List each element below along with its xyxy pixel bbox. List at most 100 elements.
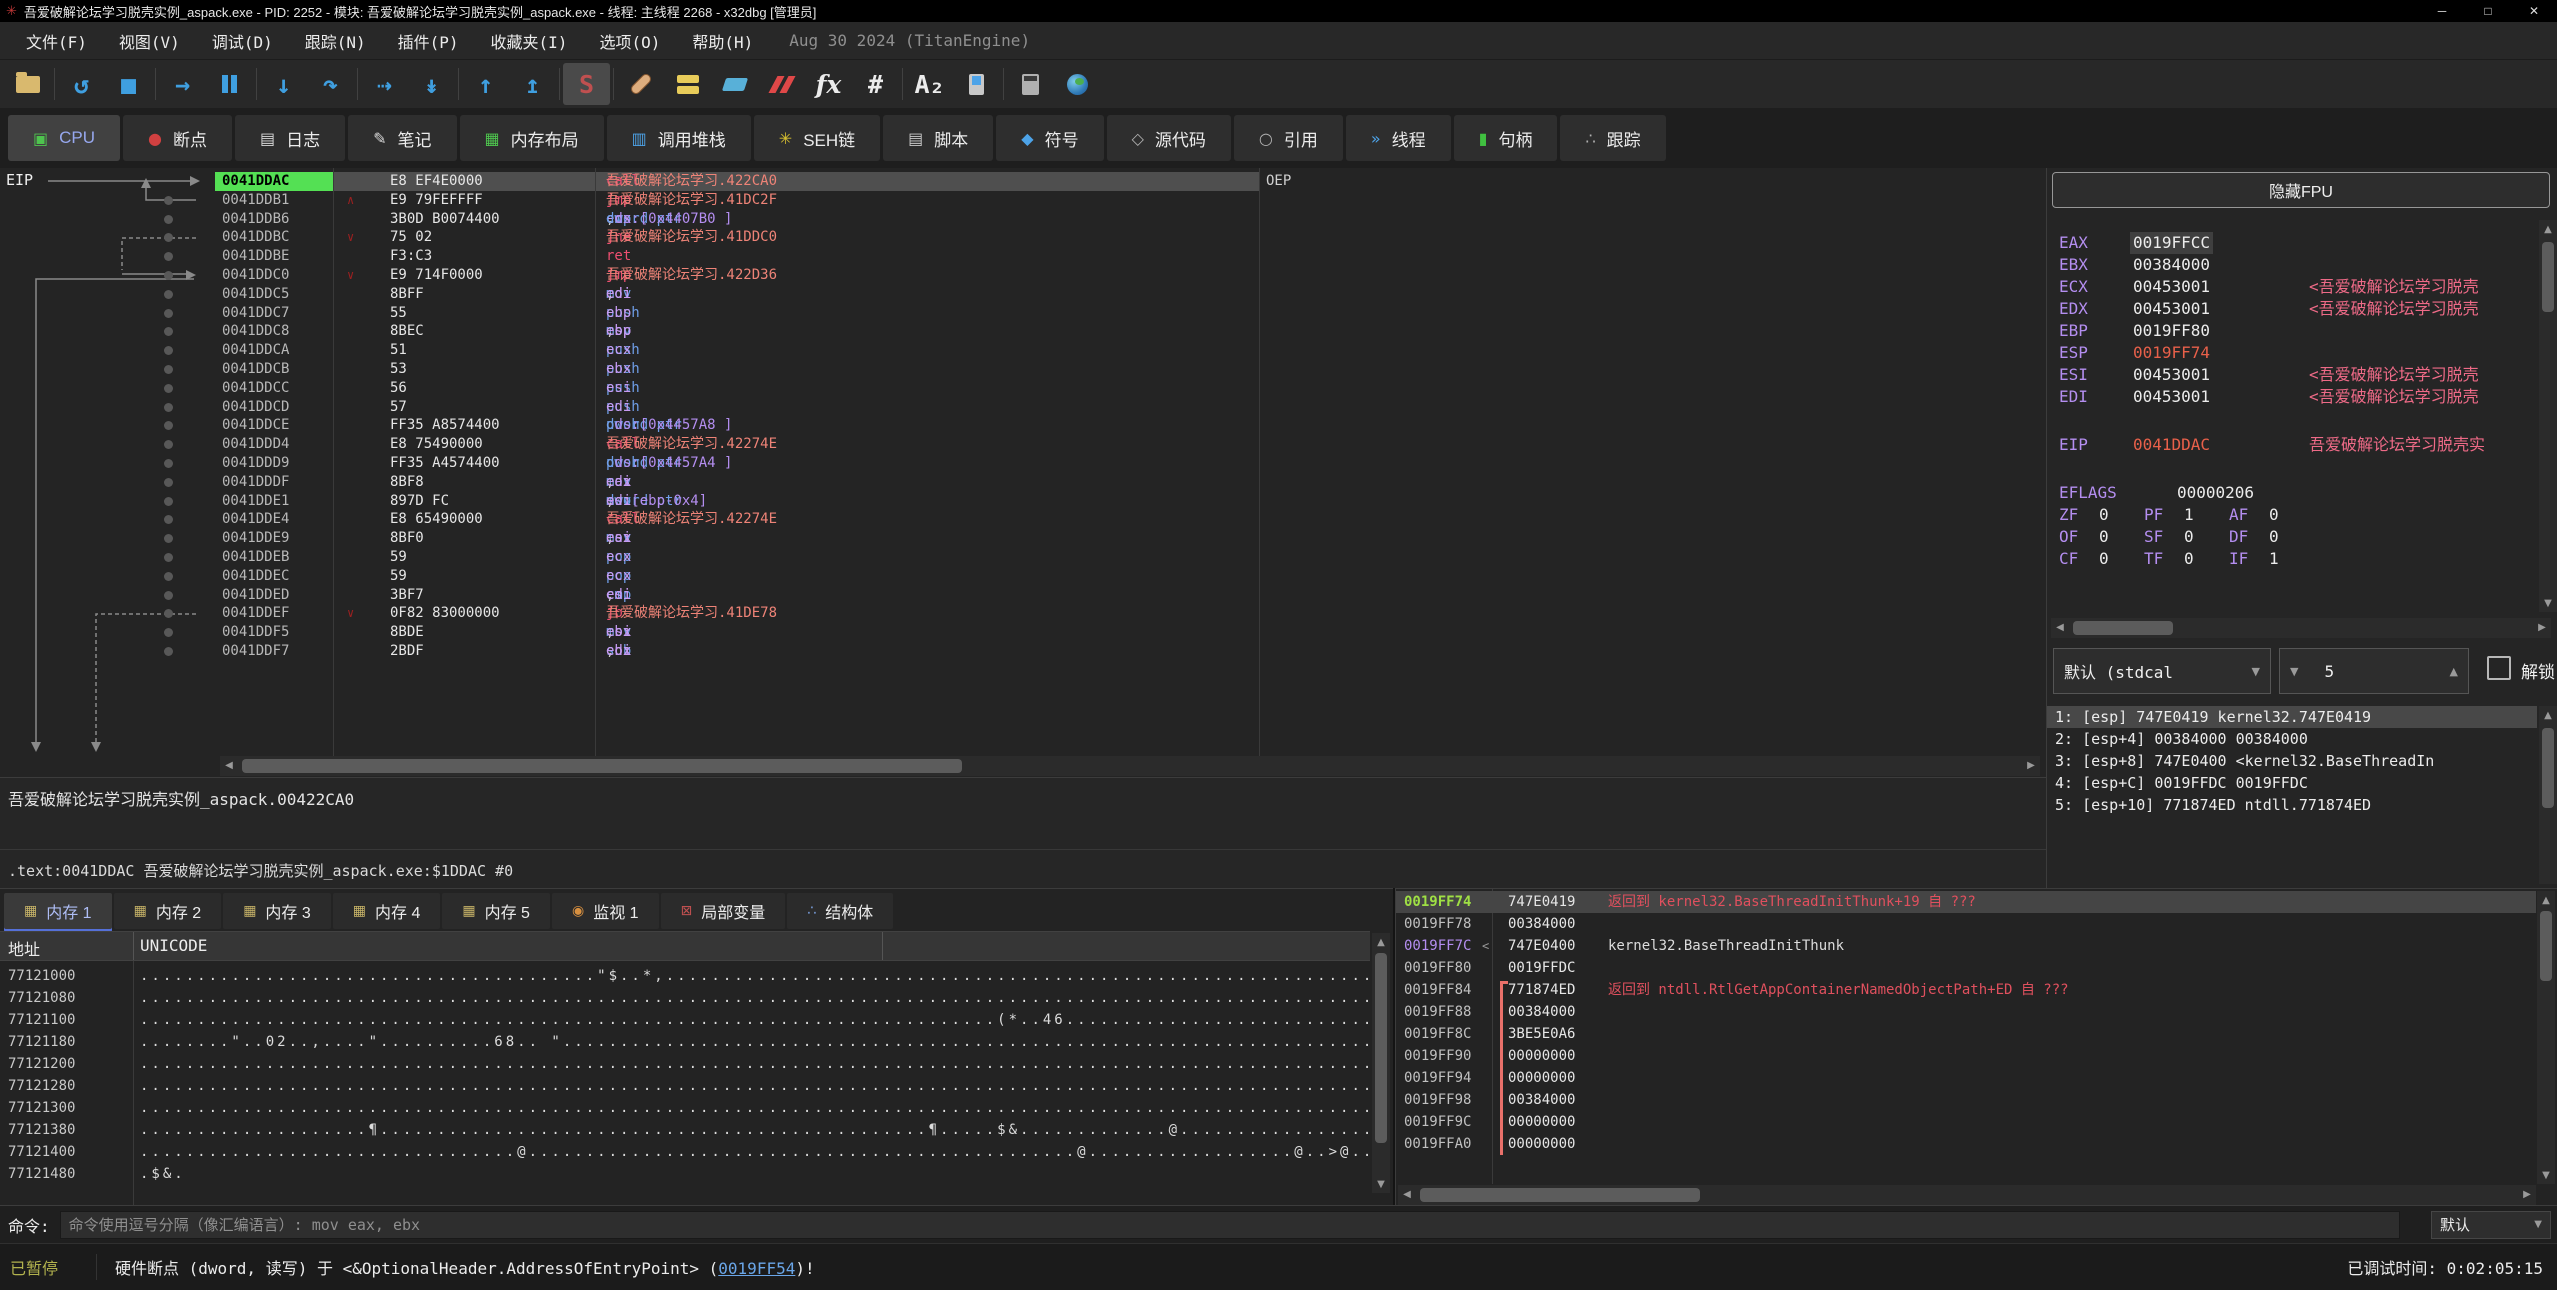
menu-item-d[interactable]: 调试(D) xyxy=(196,29,289,53)
scroll-thumb[interactable] xyxy=(242,759,962,773)
register-row[interactable]: EAX 0019FFCC xyxy=(2047,232,2557,254)
disasm-row[interactable]: 0041DDBE F3:C3 ret xyxy=(0,247,2046,266)
register-value[interactable]: 00453001 xyxy=(2133,364,2210,386)
tab-seh链[interactable]: ✳ SEH链 xyxy=(753,115,881,161)
stack-row[interactable]: 0019FF9C 00000000 xyxy=(1396,1111,2536,1133)
breakpoint-dot[interactable] xyxy=(164,289,173,299)
dump-tab-内存-1[interactable]: ▦ 内存 1 xyxy=(4,893,112,929)
status-address-link[interactable]: 0019FF54 xyxy=(718,1259,795,1278)
flag-value[interactable]: 0 xyxy=(2184,548,2229,570)
disasm-row[interactable]: 0041DDB1 ∧ E9 79FEFFFF jmp 吾爱破解论坛学习.41DC2F xyxy=(0,191,2046,210)
tab-断点[interactable]: ● 断点 xyxy=(123,115,232,161)
breakpoint-dot[interactable] xyxy=(164,252,173,262)
labels-icon[interactable] xyxy=(711,63,758,105)
flag-value[interactable]: 0 xyxy=(2099,548,2144,570)
breakpoint-dot[interactable] xyxy=(164,496,173,506)
scroll-right-icon[interactable]: ▶ xyxy=(2533,618,2551,636)
stack-row[interactable]: 0019FF78 00384000 xyxy=(1396,913,2536,935)
breakpoint-dot[interactable] xyxy=(164,346,173,356)
argument-row[interactable]: 4: [esp+C] 0019FFDC 0019FFDC xyxy=(2047,772,2537,794)
breakpoint-dot[interactable] xyxy=(164,402,173,412)
execute-till-return-icon[interactable]: ↡ xyxy=(408,63,455,105)
spinner-down-icon[interactable]: ▼ xyxy=(2290,665,2298,678)
disasm-row[interactable]: 0041DDE1 897D FC mov dword ptr ss:[ebp-0x4… xyxy=(0,492,2046,511)
breakpoint-dot[interactable] xyxy=(164,214,173,224)
disasm-row[interactable]: 0041DDB6 3B0D B0074400 cmp ecx, dword ptr d… xyxy=(0,210,2046,229)
tab-引用[interactable]: ○ 引用 xyxy=(1233,115,1343,161)
disasm-row[interactable]: 0041DDD4 E8 75490000 call 吾爱破解论坛学习.42274E xyxy=(0,435,2046,454)
stack-row[interactable]: 0019FF98 00384000 xyxy=(1396,1089,2536,1111)
command-profile-select[interactable]: 默认 ▼ xyxy=(2431,1210,2551,1239)
registers-vscrollbar[interactable]: ▲ ▼ xyxy=(2539,220,2557,612)
breakpoint-dot[interactable] xyxy=(164,609,173,619)
breakpoint-dot[interactable] xyxy=(164,365,173,374)
breakpoint-dot[interactable] xyxy=(164,459,173,468)
menu-item-o[interactable]: 选项(O) xyxy=(583,29,676,53)
scroll-down-icon[interactable]: ▼ xyxy=(2539,594,2557,612)
register-row[interactable]: EBP 0019FF80 xyxy=(2047,320,2557,342)
scroll-thumb[interactable] xyxy=(2542,728,2554,808)
breakpoint-dot[interactable] xyxy=(164,195,173,205)
minimize-button[interactable]: ─ xyxy=(2419,0,2465,22)
disasm-row[interactable]: 0041DDC7 55 push ebp xyxy=(0,304,2046,323)
register-row[interactable]: EBX 00384000 xyxy=(2047,254,2557,276)
register-row[interactable]: ESI 00453001 <吾爱破解论坛学习脱壳 xyxy=(2047,364,2557,386)
registers-hscrollbar[interactable]: ◀ ▶ xyxy=(2051,618,2551,638)
disasm-row[interactable]: 0041DDEF ∨ 0F82 83000000 jb 吾爱破解论坛学习.41DE78 xyxy=(0,604,2046,623)
breakpoint-dot[interactable] xyxy=(164,233,173,243)
register-row[interactable]: ECX 00453001 <吾爱破解论坛学习脱壳 xyxy=(2047,276,2557,298)
maximize-button[interactable]: □ xyxy=(2465,0,2511,22)
patch-icon[interactable] xyxy=(617,63,664,105)
tab-脚本[interactable]: ▤ 脚本 xyxy=(883,115,994,161)
register-value[interactable]: 00453001 xyxy=(2133,276,2210,298)
dump-tab-内存-3[interactable]: ▦ 内存 3 xyxy=(223,893,331,929)
disasm-row[interactable]: 0041DDCC 56 push esi xyxy=(0,379,2046,398)
scroll-right-icon[interactable]: ▶ xyxy=(2022,756,2040,774)
scroll-up-icon[interactable]: ▲ xyxy=(1372,933,1390,951)
dump-row[interactable]: 77121400................................… xyxy=(0,1141,1370,1163)
dump-tab-内存-4[interactable]: ▦ 内存 4 xyxy=(332,893,441,929)
hide-fpu-button[interactable]: 隐藏FPU xyxy=(2052,172,2550,208)
menu-item-h[interactable]: 帮助(H) xyxy=(676,29,769,53)
disasm-row[interactable]: 0041DDC0 ∨ E9 714F0000 jmp 吾爱破解论坛学习.422D36 xyxy=(0,266,2046,285)
restart-icon[interactable]: ↺ xyxy=(58,63,105,105)
stack-row[interactable]: 0019FF80 0019FFDC xyxy=(1396,957,2536,979)
scroll-thumb[interactable] xyxy=(2073,621,2173,635)
register-value[interactable]: 0019FF80 xyxy=(2133,320,2210,342)
register-row[interactable]: EIP 0041DDAC 吾爱破解论坛学习脱壳实 xyxy=(2047,434,2557,456)
run-icon[interactable]: → xyxy=(159,63,206,105)
dump-vscrollbar[interactable]: ▲ ▼ xyxy=(1372,933,1390,1193)
menu-item-i[interactable]: 收藏夹(I) xyxy=(475,29,584,53)
scroll-right-icon[interactable]: ▶ xyxy=(2518,1185,2536,1203)
address-column-header[interactable]: 地址 xyxy=(8,936,40,960)
dump-row[interactable]: 77121300................................… xyxy=(0,1097,1370,1119)
breakpoint-dot[interactable] xyxy=(164,421,173,431)
font-icon[interactable]: A₂ xyxy=(906,63,953,105)
scroll-up-icon[interactable]: ▲ xyxy=(2539,220,2557,238)
flag-value[interactable]: 1 xyxy=(2184,504,2229,526)
argument-row[interactable]: 1: [esp] 747E0419 kernel32.747E0419 xyxy=(2047,706,2537,728)
dump-row[interactable]: 77121380 ....................¶...........… xyxy=(0,1119,1370,1141)
register-value[interactable]: 00384000 xyxy=(2133,254,2210,276)
disasm-row[interactable]: 0041DDE4 E8 65490000 call 吾爱破解论坛学习.42274E xyxy=(0,510,2046,529)
dump-row[interactable]: 77121000................................… xyxy=(0,965,1370,987)
register-row[interactable]: EDI 00453001 <吾爱破解论坛学习脱壳 xyxy=(2047,386,2557,408)
run-to-user-code-icon[interactable]: ↥ xyxy=(509,63,556,105)
register-value[interactable]: 00453001 xyxy=(2133,386,2210,408)
disasm-row[interactable]: 0041DDF7 2BDF sub ebx, edi xyxy=(0,642,2046,661)
stop-icon[interactable]: ■ xyxy=(105,63,152,105)
open-file-icon[interactable] xyxy=(4,63,51,105)
breakpoint-dot[interactable] xyxy=(164,515,173,525)
stack-vscrollbar[interactable]: ▲ ▼ xyxy=(2537,891,2555,1184)
arguments-vscrollbar[interactable]: ▲ xyxy=(2539,706,2557,884)
breakpoint-dot[interactable] xyxy=(164,571,173,581)
register-value[interactable]: 0041DDAC xyxy=(2133,434,2210,456)
breakpoint-dot[interactable] xyxy=(164,534,173,544)
disasm-row[interactable]: 0041DDEC 59 pop ecx xyxy=(0,567,2046,586)
register-row[interactable]: ESP 0019FF74 xyxy=(2047,342,2557,364)
scroll-left-icon[interactable]: ◀ xyxy=(220,756,238,774)
stack-row[interactable]: 0019FF74 747E0419 返回到 kernel32.BaseThreadI… xyxy=(1396,891,2536,913)
disasm-row[interactable]: 0041DDC5 8BFF mov edi, edi xyxy=(0,285,2046,304)
disasm-row[interactable]: 0041DDDF 8BF8 mov edi, eax xyxy=(0,473,2046,492)
scroll-thumb[interactable] xyxy=(2540,911,2552,981)
